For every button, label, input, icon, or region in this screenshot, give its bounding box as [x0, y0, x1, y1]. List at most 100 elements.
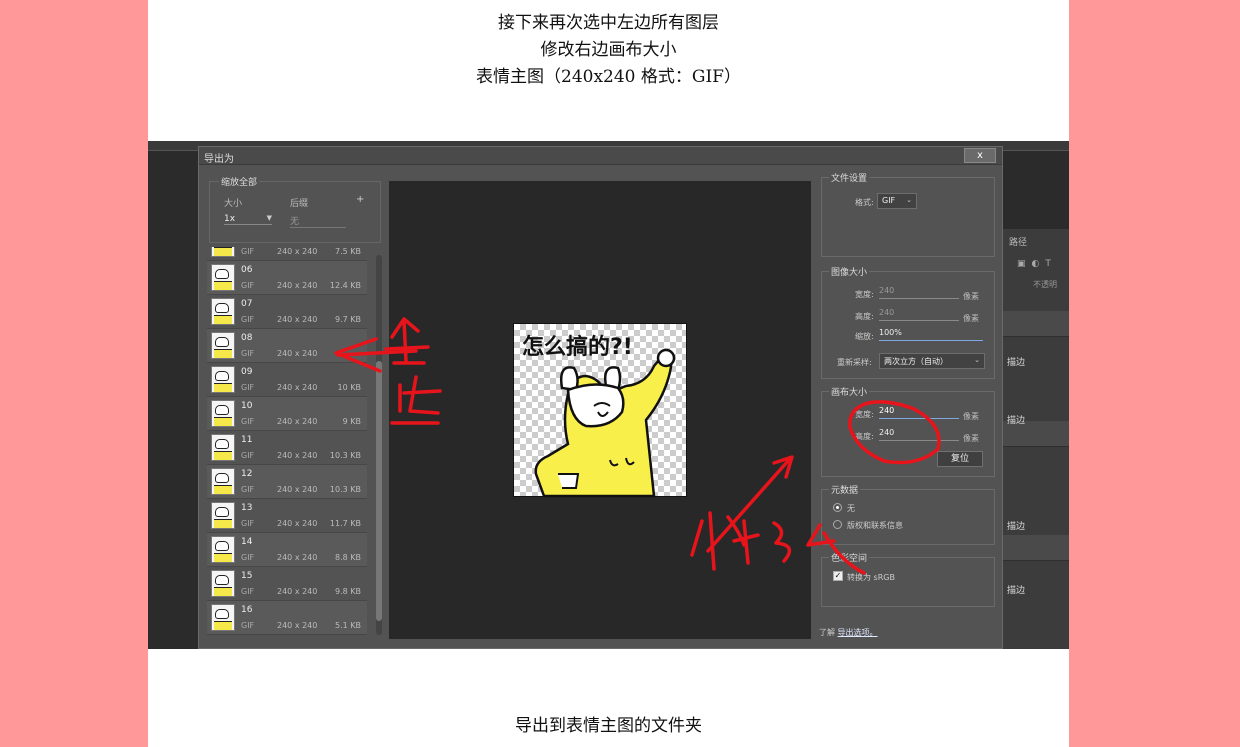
canvas-width-field[interactable]: 240 — [879, 406, 959, 419]
suffix-label: 后缀 — [290, 199, 309, 209]
caption-bottom: 导出到表情主图的文件夹 — [515, 716, 702, 736]
format-label: 格式: — [855, 198, 874, 207]
layer-label: 描边 — [1007, 522, 1026, 532]
image-height-label: 高度: — [855, 312, 874, 321]
metadata-none-radio[interactable] — [833, 503, 842, 512]
asset-file-size: 11.7 KB — [329, 519, 361, 528]
asset-thumbnail — [211, 570, 235, 597]
preview-area: 怎么搞的?! — [389, 181, 811, 639]
asset-file-size: 10 KB — [337, 383, 361, 392]
asset-file-size: 10.3 KB — [329, 485, 361, 494]
asset-dimensions: 240 x 240 — [277, 315, 318, 324]
chevron-down-icon: ⌄ — [974, 356, 980, 364]
file-settings-section — [821, 177, 995, 257]
opacity-label: 不透明 — [1033, 280, 1057, 289]
asset-list-item[interactable]: 12 GIF 240 x 240 10.3 KB — [207, 465, 367, 499]
asset-name: 07 — [241, 299, 253, 309]
asset-format: GIF — [241, 587, 255, 596]
layer-row[interactable] — [1003, 535, 1069, 561]
learn-more-text: 了解 导出选项。 — [819, 627, 878, 638]
asset-dimensions: 240 x 240 — [277, 587, 318, 596]
asset-list-item[interactable]: 06 GIF 240 x 240 12.4 KB — [207, 261, 367, 295]
add-scale-button[interactable]: + — [356, 194, 364, 205]
canvas-width-label: 宽度: — [855, 410, 874, 419]
layer-filter-icons[interactable]: ▣◐T — [1017, 259, 1057, 269]
caption-line-2: 修改右边画布大小 — [540, 40, 677, 60]
dialog-titlebar[interactable]: 导出为 x — [199, 147, 1002, 165]
asset-dimensions: 240 x 240 — [277, 281, 318, 290]
layer-label: 描边 — [1007, 358, 1026, 368]
image-size-title: 图像大小 — [829, 265, 870, 278]
asset-name: 09 — [241, 367, 253, 377]
asset-format: GIF — [241, 451, 255, 460]
reset-button[interactable]: 复位 — [937, 451, 983, 467]
canvas-height-field[interactable]: 240 — [879, 428, 959, 441]
sticker-text: 怎么搞的?! — [522, 334, 633, 360]
asset-name: 15 — [241, 571, 253, 581]
image-width-field[interactable]: 240 — [879, 286, 959, 299]
asset-list-item[interactable]: GIF 240 x 240 7.5 KB — [207, 247, 367, 261]
asset-thumbnail — [211, 247, 235, 257]
metadata-copyright-radio[interactable] — [833, 520, 842, 529]
size-label: 大小 — [224, 199, 243, 209]
asset-list-item[interactable]: 16 GIF 240 x 240 5.1 KB — [207, 601, 367, 635]
asset-file-size: 8.8 KB — [335, 553, 361, 562]
convert-srgb-label: 转换为 sRGB — [847, 573, 895, 582]
asset-file-size: 9 KB — [342, 417, 361, 426]
canvas-height-label: 高度: — [855, 432, 874, 441]
paths-tab[interactable]: 路径 — [1009, 235, 1027, 248]
size-value: 1x — [224, 214, 236, 224]
canvas-width-unit: 像素 — [963, 412, 979, 421]
asset-dimensions: 240 x 240 — [277, 247, 318, 256]
asset-list-item[interactable]: 07 GIF 240 x 240 9.7 KB — [207, 295, 367, 329]
asset-dimensions: 240 x 240 — [277, 485, 318, 494]
asset-name: 08 — [241, 333, 253, 343]
asset-name: 06 — [241, 265, 253, 275]
size-select[interactable]: 1x ▼ — [224, 214, 272, 225]
settings-panel: 文件设置 格式: GIF ⌄ 图像大小 宽度: 240 像素 高度: 240 像素… — [817, 171, 999, 645]
asset-thumbnail — [211, 332, 235, 359]
asset-file-size: 12.4 KB — [329, 281, 361, 290]
layer-label: 描边 — [1007, 586, 1026, 596]
format-select[interactable]: GIF ⌄ — [877, 193, 917, 209]
asset-dimensions: 240 x 240 — [277, 349, 318, 358]
layer-label: 描边 — [1007, 416, 1026, 426]
asset-file-size: 7.5 KB — [335, 247, 361, 256]
caption-line-3: 表情主图（240x240 格式：GIF） — [476, 67, 741, 87]
chevron-down-icon: ▼ — [266, 214, 272, 222]
export-options-link[interactable]: 导出选项。 — [838, 628, 878, 637]
canvas-height-unit: 像素 — [963, 434, 979, 443]
asset-list-item[interactable]: 11 GIF 240 x 240 10.3 KB — [207, 431, 367, 465]
metadata-title: 元数据 — [829, 483, 861, 496]
asset-dimensions: 240 x 240 — [277, 519, 318, 528]
asset-format: GIF — [241, 281, 255, 290]
asset-list-item[interactable]: 09 GIF 240 x 240 10 KB — [207, 363, 367, 397]
scale-all-box: 大小 后缀 + 1x ▼ 无 — [209, 181, 381, 243]
suffix-input[interactable]: 无 — [290, 214, 346, 228]
asset-dimensions: 240 x 240 — [277, 621, 318, 630]
format-value: GIF — [882, 196, 896, 205]
close-button[interactable]: x — [964, 148, 996, 163]
asset-thumbnail — [211, 298, 235, 325]
export-as-dialog: 导出为 x 缩放全部 大小 后缀 + 1x ▼ 无 GIF 240 x 240 7.5… — [198, 146, 1003, 649]
asset-list-item[interactable]: 14 GIF 240 x 240 8.8 KB — [207, 533, 367, 567]
image-height-field[interactable]: 240 — [879, 308, 959, 321]
asset-format: GIF — [241, 383, 255, 392]
resample-select[interactable]: 两次立方（自动） ⌄ — [879, 353, 985, 369]
asset-thumbnail — [211, 502, 235, 529]
asset-list: GIF 240 x 240 7.5 KB 06 GIF 240 x 240 12.4 KB 0… — [207, 247, 373, 637]
layer-row[interactable] — [1003, 311, 1069, 337]
asset-list-item[interactable]: 10 GIF 240 x 240 9 KB — [207, 397, 367, 431]
asset-list-item[interactable]: 08 GIF 240 x 240 — [207, 329, 367, 363]
asset-dimensions: 240 x 240 — [277, 383, 318, 392]
asset-list-scroll-thumb[interactable] — [376, 361, 382, 621]
asset-file-size: 9.7 KB — [335, 315, 361, 324]
preview-canvas: 怎么搞的?! — [513, 323, 687, 498]
convert-srgb-checkbox[interactable]: ✓ — [833, 571, 843, 581]
asset-file-size: 9.8 KB — [335, 587, 361, 596]
asset-list-item[interactable]: 15 GIF 240 x 240 9.8 KB — [207, 567, 367, 601]
asset-list-item[interactable]: 13 GIF 240 x 240 11.7 KB — [207, 499, 367, 533]
asset-name: 10 — [241, 401, 253, 411]
asset-name: 16 — [241, 605, 253, 615]
scale-field[interactable]: 100% — [879, 328, 983, 341]
